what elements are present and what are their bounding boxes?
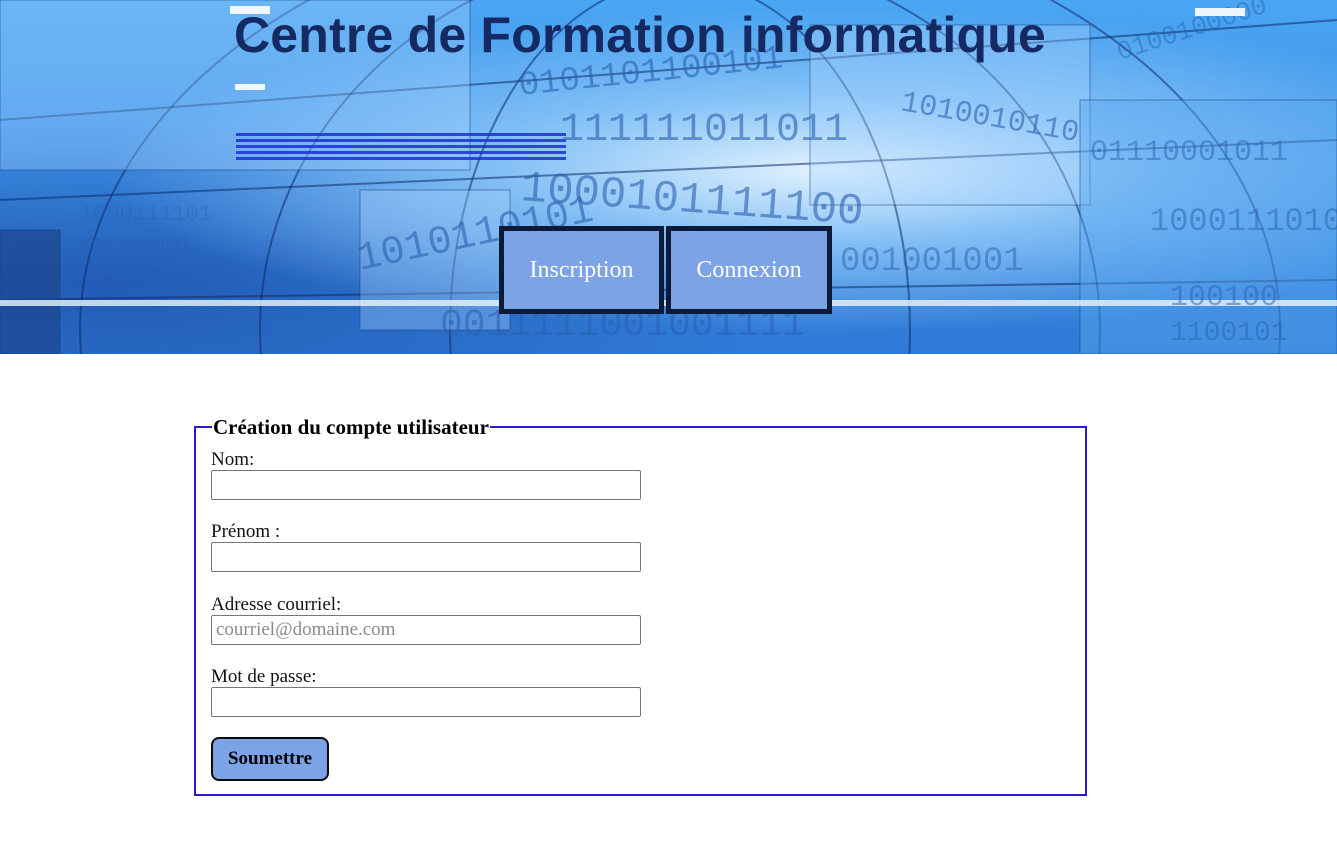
prenom-label: Prénom :: [211, 521, 281, 542]
account-creation-fieldset: Création du compte utilisateur Nom: Prén…: [194, 415, 1087, 796]
svg-text:001001001: 001001001: [840, 243, 1024, 281]
svg-text:1000111010: 1000111010: [1150, 203, 1337, 240]
svg-text:1100101: 1100101: [1170, 318, 1288, 349]
nom-input[interactable]: [211, 470, 641, 500]
email-label: Adresse courriel:: [211, 594, 342, 615]
svg-text:1100100001: 1100100001: [60, 232, 192, 257]
svg-text:111111011011: 111111011011: [560, 108, 848, 153]
svg-text:1000111101: 1000111101: [80, 202, 212, 227]
prenom-input[interactable]: [211, 542, 641, 572]
header-banner: 0101101100101 111111011011 1000101111100…: [0, 0, 1337, 354]
submit-button[interactable]: Soumettre: [211, 737, 329, 781]
svg-text:01110001011: 01110001011: [1090, 136, 1288, 170]
nav-connexion-button[interactable]: Connexion: [666, 226, 832, 314]
svg-text:100100: 100100: [1170, 281, 1278, 315]
nom-label: Nom:: [211, 449, 255, 470]
password-input[interactable]: [211, 687, 641, 717]
nav-inscription-button[interactable]: Inscription: [499, 226, 664, 314]
main-nav: Inscription Connexion: [499, 226, 832, 314]
password-label: Mot de passe:: [211, 666, 317, 687]
fieldset-legend: Création du compte utilisateur: [212, 415, 490, 439]
page-title: Centre de Formation informatique: [233, 7, 1046, 63]
email-input[interactable]: [211, 615, 641, 645]
